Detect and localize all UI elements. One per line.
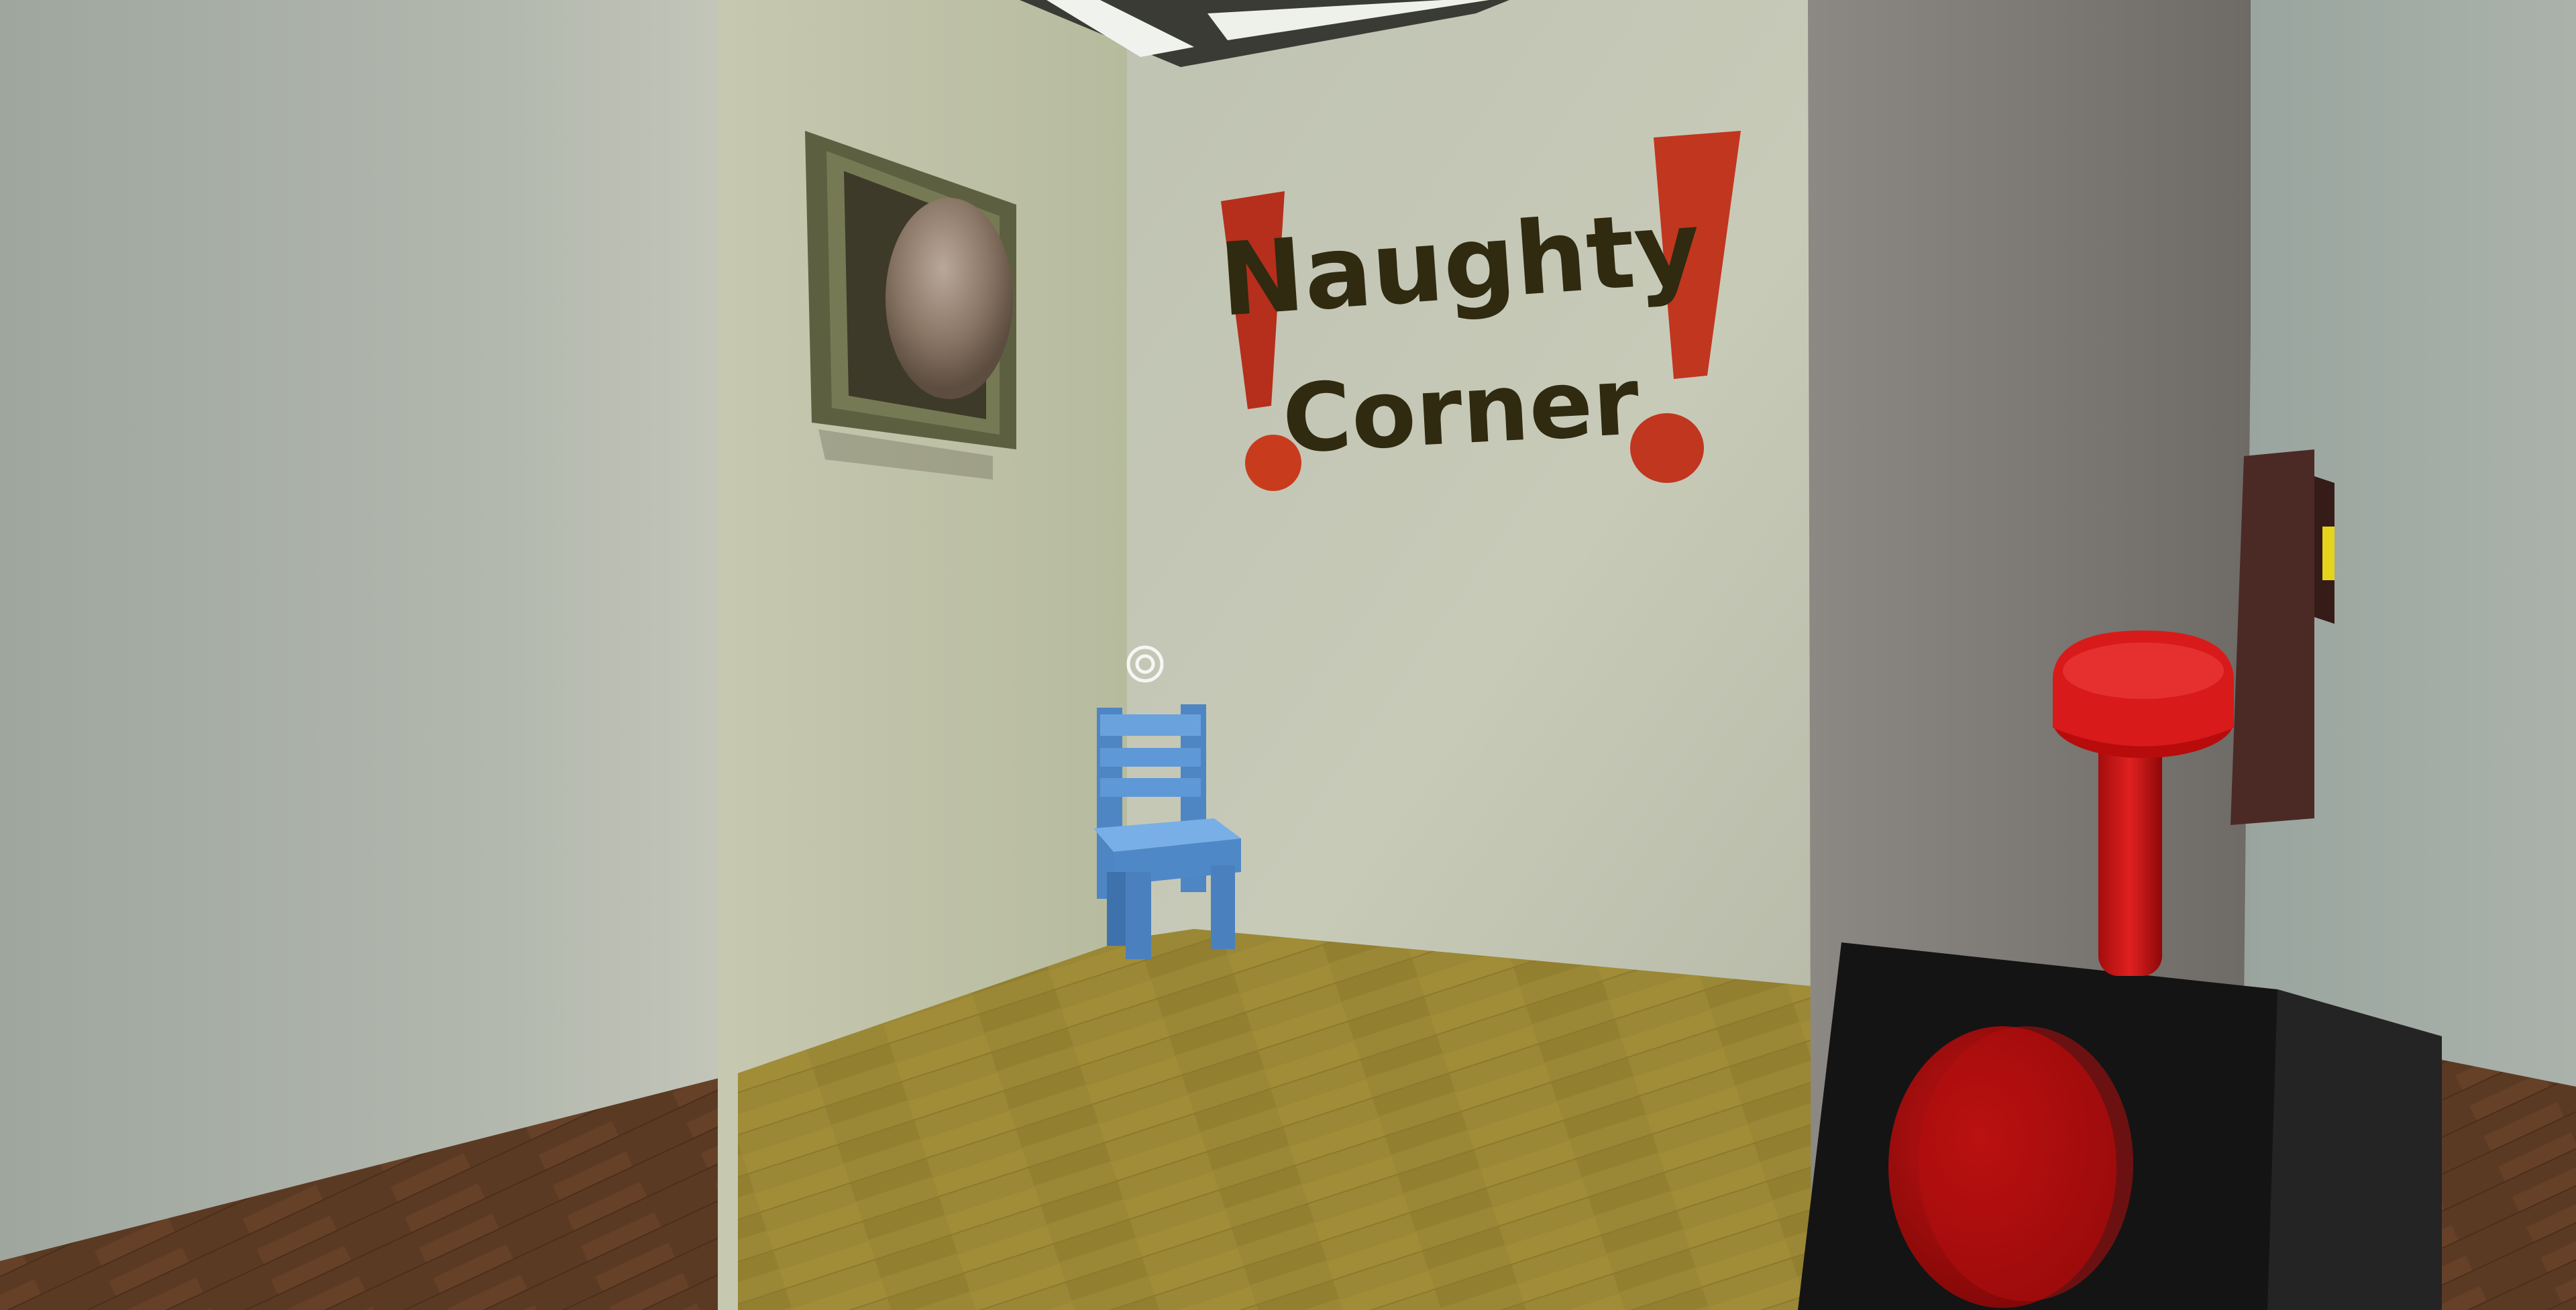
scene-render: Naughty Corner [0,0,2576,1310]
sign-line-corner: Corner [1280,347,1642,475]
crosshair-ring-icon [1125,644,1165,684]
yellow-indicator-light [2322,527,2334,580]
hallway-floor-right [2428,1060,2576,1310]
lever-shaft[interactable] [2098,724,2162,976]
game-viewport[interactable]: Naughty Corner [0,0,2576,1310]
